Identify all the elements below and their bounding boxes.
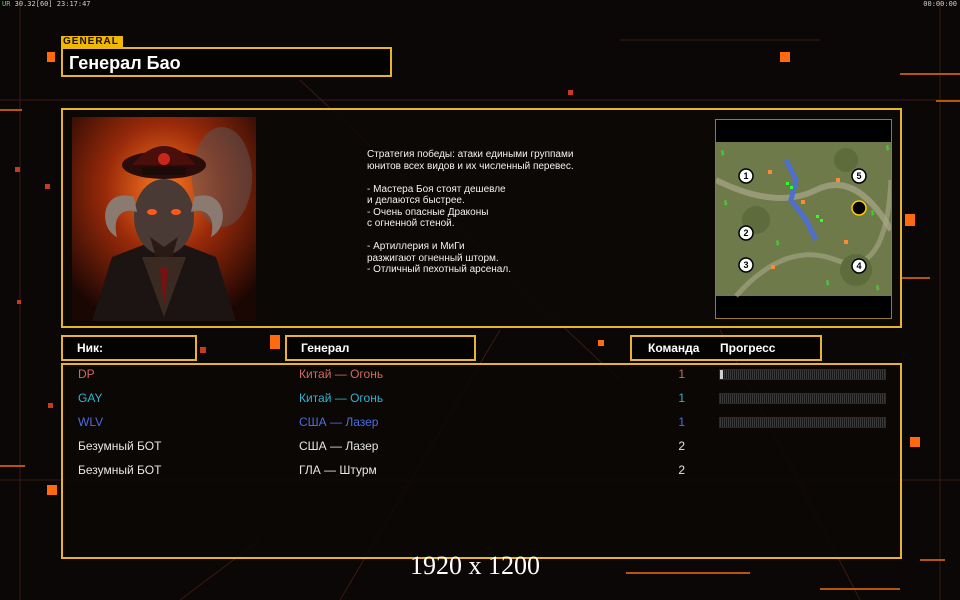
player-team: 1 <box>678 367 685 381</box>
player-row[interactable]: DP Китай — Огонь 1 <box>63 367 900 387</box>
player-nick: WLV <box>78 415 104 429</box>
player-row[interactable]: Безумный БОТ США — Лазер 2 <box>63 439 900 459</box>
player-general: ГЛА — Штурм <box>299 463 377 477</box>
general-tag: GENERAL <box>61 36 123 47</box>
player-general: США — Лазер <box>299 439 379 453</box>
player-progress-bar <box>719 417 886 428</box>
player-team: 2 <box>678 439 685 453</box>
players-list: DP Китай — Огонь 1 GAY Китай — Огонь 1 WLV США … <box>61 363 902 559</box>
strategy-description: Стратегия победы: атаки едиными группами… <box>367 149 574 275</box>
player-row[interactable]: Безумный БОТ ГЛА — Штурм 2 <box>63 463 900 483</box>
page-title: Генерал Бао <box>69 53 181 73</box>
player-team: 1 <box>678 391 685 405</box>
start-position-1: 1 <box>743 171 748 181</box>
player-nick: Безумный БОТ <box>78 439 162 453</box>
player-team: 2 <box>678 463 685 477</box>
player-progress-bar <box>719 393 886 404</box>
fps-label: UR <box>2 0 11 8</box>
minimap[interactable]: 1 2 3 4 5 $ $ $ $ $ $ $ <box>714 119 894 319</box>
title-box: Генерал Бао <box>61 47 392 77</box>
player-nick: DP <box>78 367 95 381</box>
game-timer: 00:00:00 <box>923 0 957 8</box>
start-position-4: 4 <box>856 261 861 271</box>
player-nick: Безумный БОТ <box>78 463 162 477</box>
start-position-5: 5 <box>856 171 861 181</box>
player-general: США — Лазер <box>299 415 379 429</box>
player-general: Китай — Огонь <box>299 367 384 381</box>
player-general: Китай — Огонь <box>299 391 384 405</box>
player-row[interactable]: WLV США — Лазер 1 <box>63 415 900 435</box>
general-column-header: Генерал <box>285 335 476 361</box>
progress-column-header: Прогресс <box>720 341 776 355</box>
player-team: 1 <box>678 415 685 429</box>
resolution-label: 1920 x 1200 <box>410 551 540 580</box>
start-position-3: 3 <box>743 260 748 270</box>
fps-counter: UR 30.32[60] 23:17:47 <box>2 0 91 8</box>
nick-column-header: Ник: <box>61 335 197 361</box>
player-row[interactable]: GAY Китай — Огонь 1 <box>63 391 900 411</box>
progress-fill <box>720 370 724 379</box>
team-column-header: Команда <box>648 341 700 355</box>
start-position-2: 2 <box>743 228 748 238</box>
player-nick: GAY <box>78 391 103 405</box>
general-portrait <box>72 117 256 321</box>
team-progress-header: Команда Прогресс <box>630 335 822 361</box>
player-progress-bar <box>719 369 886 380</box>
fps-readout: 30.32[60] 23:17:47 <box>14 0 91 8</box>
